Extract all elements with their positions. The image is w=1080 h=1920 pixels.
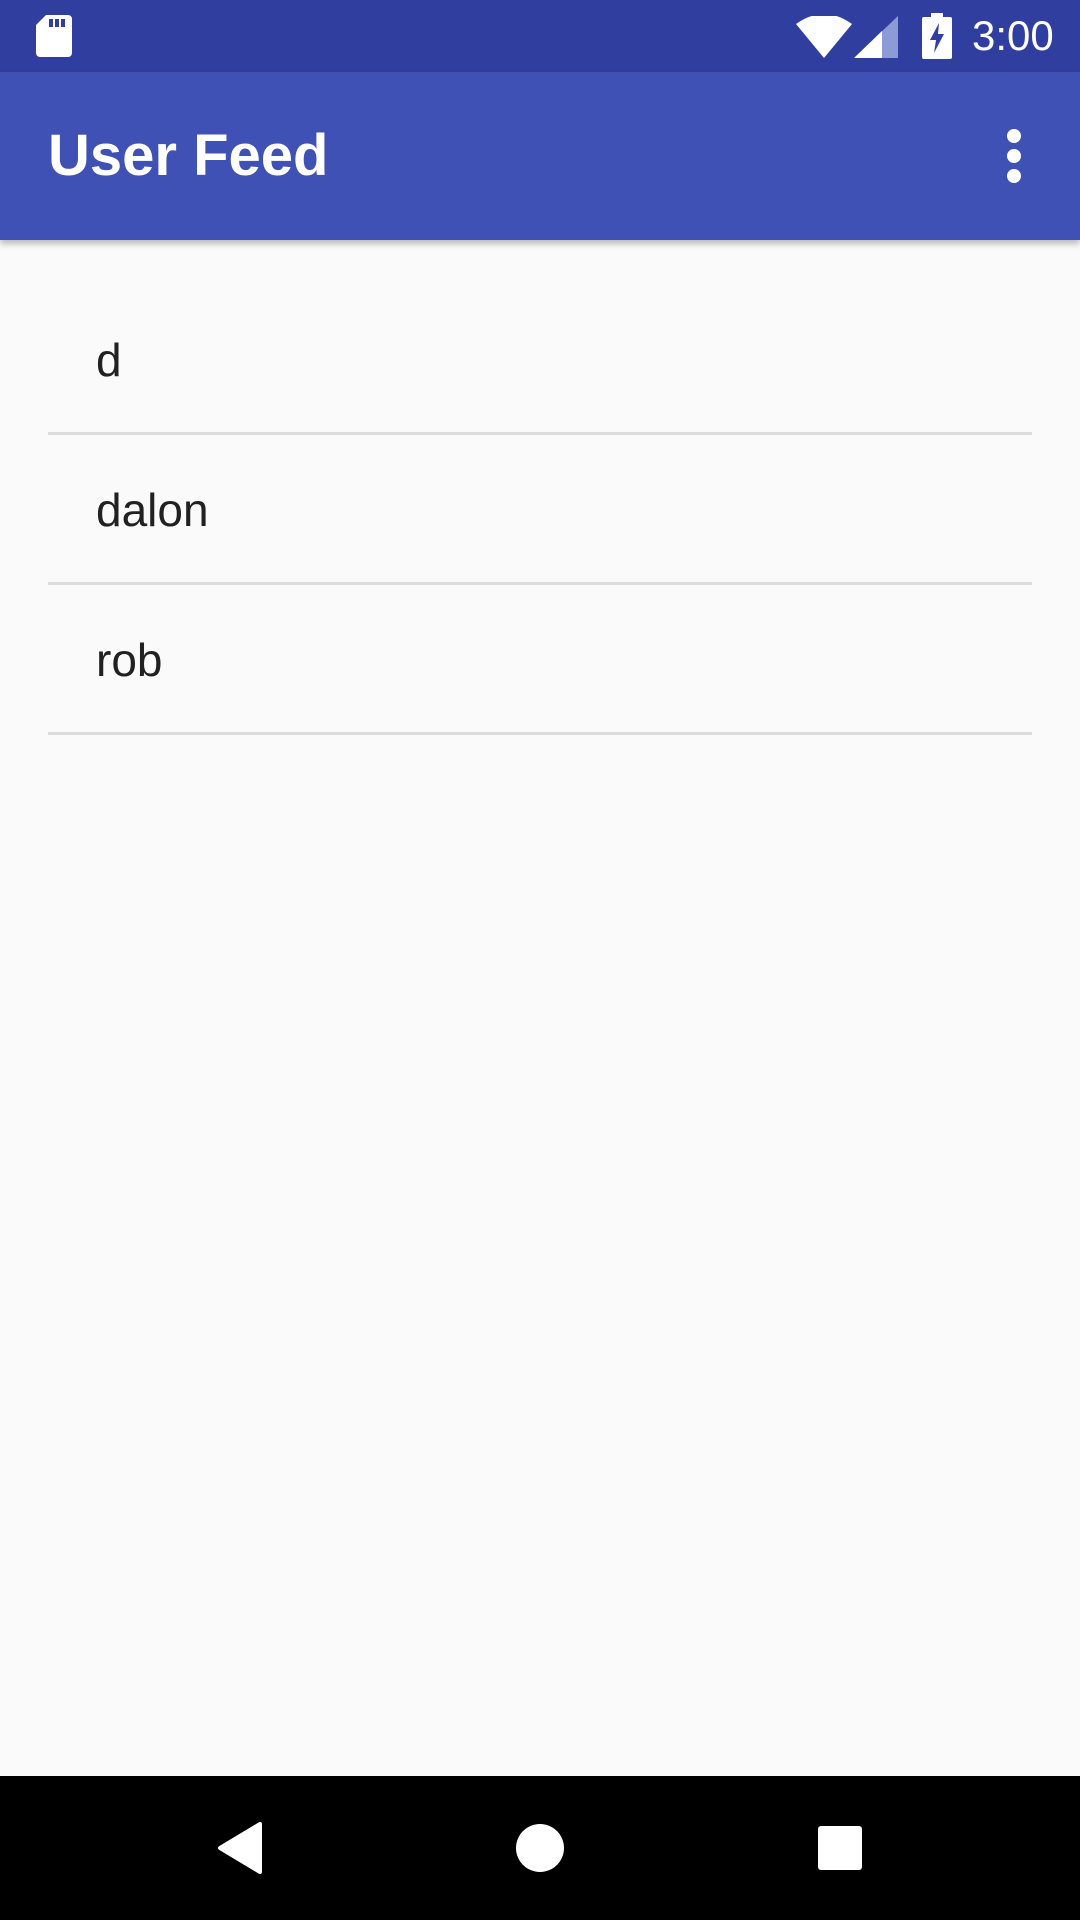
list-item[interactable]: dalon	[48, 435, 1032, 585]
recents-button[interactable]	[800, 1808, 880, 1888]
back-button[interactable]	[200, 1808, 280, 1888]
status-clock: 3:00	[972, 12, 1054, 59]
cell-signal-icon	[854, 16, 898, 58]
recents-icon	[818, 1826, 862, 1870]
sd-card-icon	[36, 15, 72, 57]
navigation-bar	[0, 1776, 1080, 1920]
back-icon	[218, 1822, 262, 1874]
page-title: User Feed	[48, 123, 329, 188]
home-button[interactable]	[500, 1808, 580, 1888]
screen: 3:00 User Feed d dalon rob	[0, 0, 1080, 1920]
user-name: d	[96, 334, 122, 386]
wifi-icon	[796, 16, 852, 58]
user-list: d dalon rob	[0, 240, 1080, 735]
list-item[interactable]: d	[48, 240, 1032, 435]
more-vert-icon	[1007, 129, 1021, 183]
user-name: rob	[96, 634, 163, 686]
battery-charging-icon	[922, 13, 952, 59]
status-bar: 3:00	[0, 0, 1080, 72]
overflow-menu-button[interactable]	[984, 108, 1044, 204]
app-bar: User Feed	[0, 72, 1080, 240]
user-name: dalon	[96, 484, 209, 536]
home-icon	[516, 1824, 564, 1872]
list-item[interactable]: rob	[48, 585, 1032, 735]
